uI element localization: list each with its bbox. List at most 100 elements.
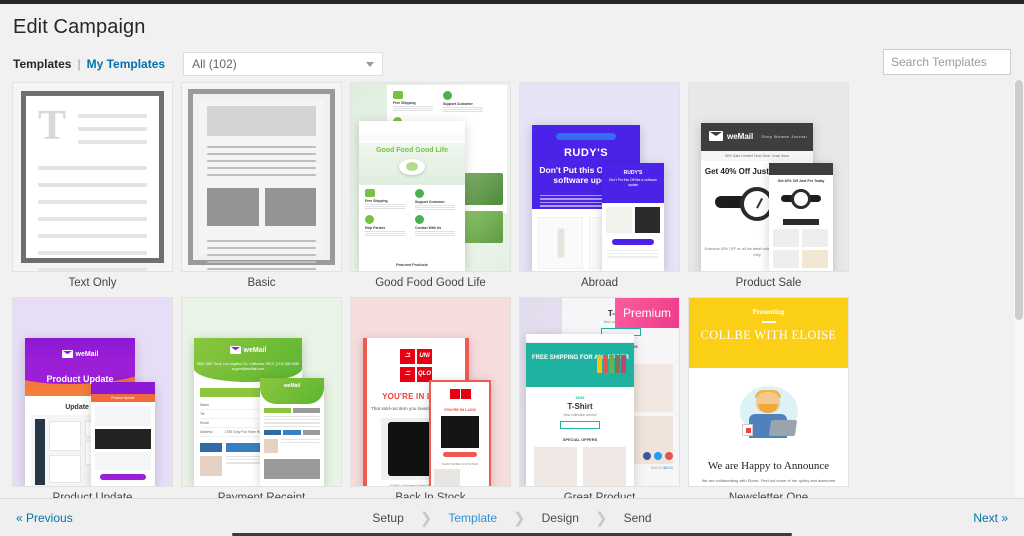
template-name: Basic <box>247 277 276 289</box>
twitter-icon[interactable] <box>654 452 662 460</box>
google-icon[interactable] <box>665 452 673 460</box>
company-address: 9851 2887 Erick, Los Angeles CA, Califor… <box>196 362 300 371</box>
offers-label: SPECIAL OFFERS <box>562 437 598 442</box>
template-nav: Shop Women Journal <box>761 134 807 139</box>
templates-toolbar: Templates | My Templates All (102) <box>0 47 1024 81</box>
template-name: Abroad <box>580 277 619 289</box>
template-headline: Don't Put this Off like a software updat… <box>608 178 658 187</box>
template-name: Great Product <box>563 492 636 498</box>
brand-logo: weMail <box>243 346 267 354</box>
search-input[interactable] <box>883 49 1011 75</box>
row-key: Name <box>200 403 210 407</box>
section-label: Featured Products <box>396 263 428 267</box>
template-name: Back In Stock <box>395 492 466 498</box>
template-thumbnail-product-update[interactable]: weMail Product Update Update 1 Product U… <box>12 297 173 487</box>
envelope-icon <box>229 346 241 354</box>
pre-title: Presenting <box>752 308 785 316</box>
template-name: Payment Receipt <box>217 492 306 498</box>
facebook-icon[interactable] <box>643 452 651 460</box>
template-card[interactable]: Presenting COLLBE WITH ELOISE We are Hap… <box>684 297 853 498</box>
template-thumbnail-basic[interactable] <box>181 82 342 272</box>
row-key: Address <box>200 430 213 434</box>
template-card[interactable]: weMail Shop Women Journal 40% Sale Limit… <box>684 82 853 289</box>
product-sub: New collection arrived <box>563 413 597 417</box>
envelope-icon <box>709 131 723 141</box>
tab-my-templates[interactable]: My Templates <box>87 57 165 71</box>
template-filter-value: All (102) <box>192 57 237 71</box>
feature-label: Support Customer <box>415 200 445 204</box>
step-setup[interactable]: Setup <box>356 511 419 525</box>
feature-label: Free Shipping <box>393 101 416 105</box>
template-card[interactable]: weMail Product Update Update 1 Product U… <box>8 297 177 498</box>
feature-label: Help Partner <box>365 226 386 230</box>
page-title: Edit Campaign <box>13 16 146 38</box>
template-card[interactable]: 2016 T-Shirt New collection arrived SPEC… <box>515 297 684 498</box>
template-filter-select[interactable]: All (102) <box>183 52 384 76</box>
envelope-icon <box>61 350 73 358</box>
step-separator-icon: ❯ <box>419 509 433 527</box>
template-headline: COLLBE WITH ELOISE <box>700 327 837 342</box>
template-brand: RUDY'S <box>623 170 643 176</box>
template-card[interactable]: Basic <box>177 82 346 289</box>
promo-strip: 40% Sale Limited Time Deal. Grab Soon <box>701 151 813 161</box>
vertical-scrollbar[interactable] <box>1014 80 1024 498</box>
template-headline: Product Update <box>46 374 114 384</box>
template-headline: Good Food Good Life <box>376 147 448 154</box>
template-thumbnail-newsletter-one[interactable]: Presenting COLLBE WITH ELOISE We are Hap… <box>688 297 849 487</box>
templates-grid-scroll: T Text Only Basic Free Shipping Support … <box>0 80 1024 498</box>
template-name: Product Sale <box>735 277 802 289</box>
brand-logo: weMail <box>283 383 301 389</box>
tab-templates[interactable]: Templates <box>13 57 71 71</box>
illustration-man-with-laptop <box>736 386 802 448</box>
shop-now-button[interactable] <box>560 421 600 429</box>
feature-label: Contact With Us <box>415 226 442 230</box>
search-templates-wrap <box>883 49 1011 75</box>
template-card[interactable]: Free Shipping Support Customer Contact W… <box>346 82 515 289</box>
template-name: Product Update <box>52 492 133 498</box>
brand-logo: weMail <box>727 132 754 141</box>
text-glyph-icon: T <box>38 103 67 149</box>
template-headline: Product Update <box>91 394 155 402</box>
template-thumbnail-product-sale[interactable]: weMail Shop Women Journal 40% Sale Limit… <box>688 82 849 272</box>
template-card[interactable]: weMail 9851 2887 Erick, Los Angeles CA, … <box>177 297 346 498</box>
step-separator-icon: ❯ <box>513 509 526 527</box>
step-design[interactable]: Design <box>526 511 595 525</box>
template-thumbnail-text-only[interactable]: T <box>12 82 173 272</box>
announce-title: We are Happy to Announce <box>707 460 830 472</box>
price-original: $100.00 <box>650 466 663 470</box>
brand-logo: weMail <box>75 350 99 358</box>
edit-campaign-screen: Edit Campaign Templates | My Templates A… <box>0 0 1024 536</box>
template-thumbnail-payment-receipt[interactable]: weMail 9851 2887 Erick, Los Angeles CA, … <box>181 297 342 487</box>
announce-copy: We are collaborating with Eloise. Find o… <box>701 478 836 487</box>
step-separator-icon: ❯ <box>594 509 608 527</box>
template-headline: YOU'RE IN LUCK <box>443 407 477 412</box>
uniqlo-logo-icon <box>399 348 433 384</box>
step-send[interactable]: Send <box>608 511 668 525</box>
next-button[interactable]: Next » <box>973 511 1008 525</box>
price-sale: $60.00 <box>663 466 673 470</box>
product-title: T-Shirt <box>567 402 593 411</box>
product-year: 2016 <box>575 395 585 400</box>
template-name: Newsletter One <box>728 492 809 498</box>
feature-label: Free Shipping <box>365 199 388 203</box>
previous-button[interactable]: « Previous <box>16 511 73 525</box>
feature-label: Support Customer <box>443 102 473 106</box>
step-template[interactable]: Template <box>432 511 513 525</box>
template-thumbnail-back-in-stock[interactable]: YOU'RE IN LUCK That sold-out item you lo… <box>350 297 511 487</box>
chevron-down-icon <box>366 62 375 67</box>
template-name: Good Food Good Life <box>375 277 486 289</box>
template-card[interactable]: T Text Only <box>8 82 177 289</box>
template-thumbnail-good-food[interactable]: Free Shipping Support Customer Contact W… <box>350 82 511 272</box>
template-card[interactable]: YOU'RE IN LUCK That sold-out item you lo… <box>346 297 515 498</box>
row-key: Tel <box>200 412 205 416</box>
wizard-steps: Setup ❯ Template ❯ Design ❯ Send <box>356 509 667 527</box>
tab-separator: | <box>77 57 81 71</box>
template-name: Text Only <box>68 277 117 289</box>
scrollbar-thumb[interactable] <box>1015 80 1023 320</box>
template-thumbnail-great-product[interactable]: 2016 T-Shirt New collection arrived SPEC… <box>519 297 680 487</box>
wizard-footer: « Previous Setup ❯ Template ❯ Design ❯ S… <box>0 498 1024 536</box>
template-headline: Get 40% Off Just For Today <box>777 179 825 183</box>
template-card[interactable]: RUDY'S Don't Put this Off like a softwar… <box>515 82 684 289</box>
templates-grid: T Text Only Basic Free Shipping Support … <box>0 80 1024 498</box>
template-thumbnail-abroad[interactable]: RUDY'S Don't Put this Off like a softwar… <box>519 82 680 272</box>
